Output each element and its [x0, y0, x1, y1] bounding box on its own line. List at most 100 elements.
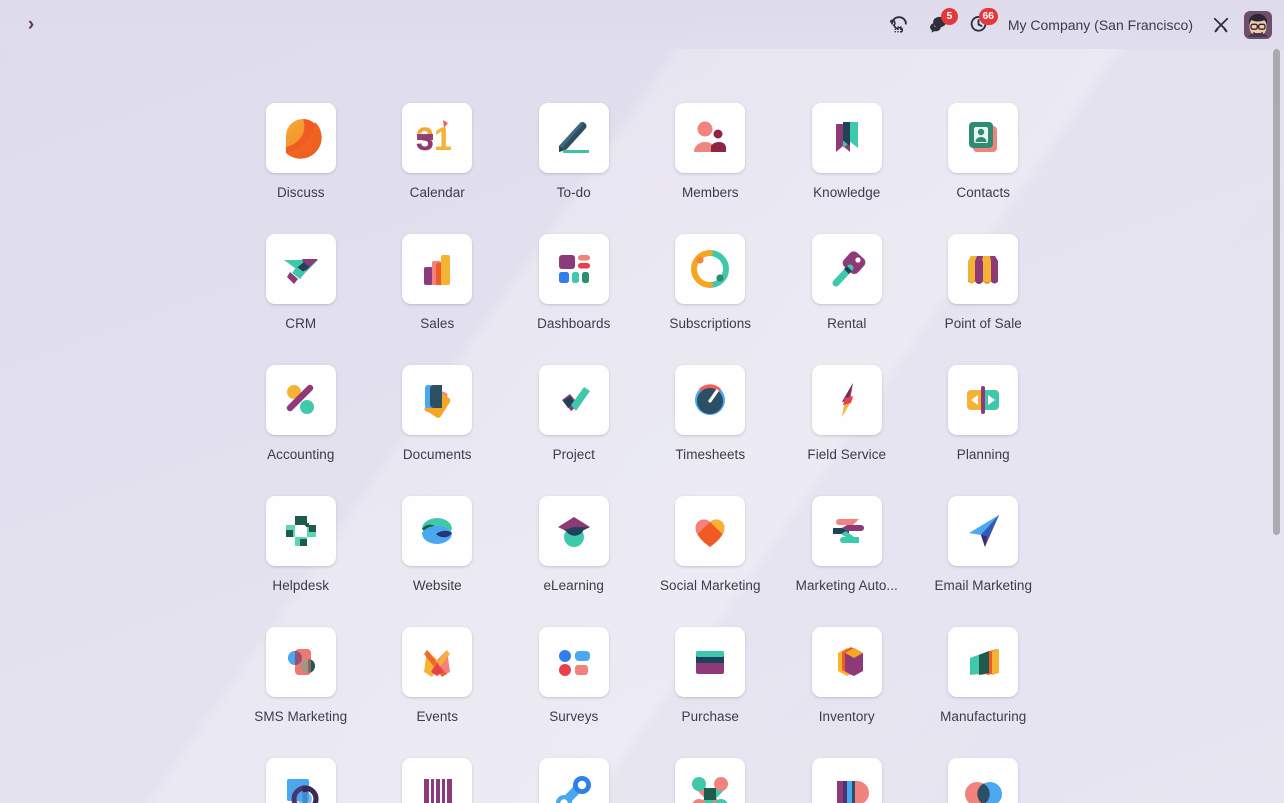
messages-badge: 5 [940, 7, 958, 25]
app-item-surveys[interactable]: Surveys [506, 627, 643, 758]
company-switcher[interactable]: My Company (San Francisco) [999, 17, 1204, 33]
apps-menu-toggle[interactable]: › [18, 12, 44, 38]
app-item-contacts[interactable]: Contacts [915, 103, 1052, 234]
discuss-icon [265, 103, 336, 173]
app-item-dashboards[interactable]: Dashboards [506, 234, 643, 365]
elearning-graduation-icon [538, 496, 609, 566]
developer-tools-button[interactable] [1204, 8, 1238, 42]
app-item-manufacturing[interactable]: Manufacturing [915, 627, 1052, 758]
vertical-scrollbar-track[interactable] [1270, 49, 1284, 803]
activities-button[interactable]: 66 [959, 5, 999, 45]
pos-awning-icon [948, 234, 1019, 304]
chevron-right-icon: › [27, 14, 35, 35]
field-service-bolt-icon [811, 365, 882, 435]
app-grid: Discuss 3 1 3 Calendar To-do Members Know… [223, 49, 1061, 803]
members-people-icon [675, 103, 746, 173]
app-label: Contacts [956, 185, 1011, 200]
app-item-timesheets[interactable]: Timesheets [642, 365, 779, 496]
app-label: Planning [956, 447, 1010, 462]
app-label: Documents [402, 447, 472, 462]
sign-pages-icon [811, 758, 882, 803]
manufacturing-icon [948, 627, 1019, 697]
contacts-card-icon [948, 103, 1019, 173]
marketing-automation-flow-icon [811, 496, 882, 566]
app-item-calendar[interactable]: 3 1 3 Calendar [369, 103, 506, 234]
app-label: Manufacturing [940, 709, 1027, 724]
app-item-accounting[interactable]: Accounting [233, 365, 370, 496]
top-navigation-bar: › 5 66 My Company (San Francisco) [0, 0, 1284, 49]
app-item-link-chain[interactable] [506, 758, 643, 803]
app-item-barcode[interactable] [369, 758, 506, 803]
app-label: Accounting [267, 447, 335, 462]
barcode-icon [402, 758, 473, 803]
app-item-sms-marketing[interactable]: SMS Marketing [233, 627, 370, 758]
knowledge-bookmark-icon [811, 103, 882, 173]
calendar-31-icon: 3 1 3 [402, 103, 473, 173]
rental-key-icon [811, 234, 882, 304]
app-label: Email Marketing [934, 578, 1033, 593]
app-label: Sales [420, 316, 455, 331]
user-avatar[interactable] [1244, 10, 1272, 39]
project-check-icon [538, 365, 609, 435]
timesheets-clock-icon [675, 365, 746, 435]
app-item-inventory[interactable]: Inventory [779, 627, 916, 758]
app-label: Marketing Auto... [795, 578, 898, 593]
app-item-social-marketing[interactable]: Social Marketing [642, 496, 779, 627]
app-label: Calendar [409, 185, 465, 200]
app-label: Purchase [681, 709, 739, 724]
app-item-planning[interactable]: Planning [915, 365, 1052, 496]
app-label: Surveys [549, 709, 599, 724]
app-item-events[interactable]: Events [369, 627, 506, 758]
app-item-helpdesk[interactable]: Helpdesk [233, 496, 370, 627]
email-marketing-plane-icon [948, 496, 1019, 566]
app-item-point-of-sale[interactable]: Point of Sale [915, 234, 1052, 365]
app-item-project[interactable]: Project [506, 365, 643, 496]
app-label: Timesheets [675, 447, 746, 462]
svg-text:1: 1 [434, 121, 452, 157]
app-item-overlap-circles[interactable] [915, 758, 1052, 803]
website-globe-icon [402, 496, 473, 566]
voip-button[interactable] [879, 5, 919, 45]
app-label: Website [412, 578, 462, 593]
documents-cards-icon [402, 365, 473, 435]
activities-badge: 66 [978, 7, 998, 25]
appointments-square-circle-icon [265, 758, 336, 803]
messages-button[interactable]: 5 [919, 5, 959, 45]
app-label: Field Service [807, 447, 887, 462]
app-label: Knowledge [813, 185, 881, 200]
app-item-email-marketing[interactable]: Email Marketing [915, 496, 1052, 627]
app-label: Social Marketing [659, 578, 761, 593]
app-item-repair-cross[interactable] [642, 758, 779, 803]
app-item-to-do[interactable]: To-do [506, 103, 643, 234]
app-label: Rental [827, 316, 867, 331]
avatar-image [1244, 10, 1272, 39]
app-label: Project [552, 447, 595, 462]
app-item-elearning[interactable]: eLearning [506, 496, 643, 627]
sms-marketing-icon [265, 627, 336, 697]
app-item-field-service[interactable]: Field Service [779, 365, 916, 496]
app-item-crm[interactable]: CRM [233, 234, 370, 365]
app-item-purchase[interactable]: Purchase [642, 627, 779, 758]
social-heart-icon [675, 496, 746, 566]
app-item-members[interactable]: Members [642, 103, 779, 234]
app-item-discuss[interactable]: Discuss [233, 103, 370, 234]
app-item-website[interactable]: Website [369, 496, 506, 627]
app-item-marketing-auto[interactable]: Marketing Auto... [779, 496, 916, 627]
app-item-documents[interactable]: Documents [369, 365, 506, 496]
surveys-list-icon [538, 627, 609, 697]
app-item-sign-pages[interactable] [779, 758, 916, 803]
app-label: CRM [285, 316, 317, 331]
app-label: Subscriptions [669, 316, 752, 331]
helpdesk-cross-icon [265, 496, 336, 566]
topbar-actions: 5 66 My Company (San Francisco) [879, 5, 1272, 45]
app-grid-scroll-area[interactable]: Discuss 3 1 3 Calendar To-do Members Know… [0, 49, 1284, 803]
planning-arrows-icon [948, 365, 1019, 435]
app-item-knowledge[interactable]: Knowledge [779, 103, 916, 234]
app-item-subscriptions[interactable]: Subscriptions [642, 234, 779, 365]
app-item-appointments-square-circle[interactable] [233, 758, 370, 803]
vertical-scrollbar-thumb[interactable] [1273, 49, 1280, 535]
dashboards-tiles-icon [538, 234, 609, 304]
app-item-rental[interactable]: Rental [779, 234, 916, 365]
app-item-sales[interactable]: Sales [369, 234, 506, 365]
inventory-cube-icon [811, 627, 882, 697]
